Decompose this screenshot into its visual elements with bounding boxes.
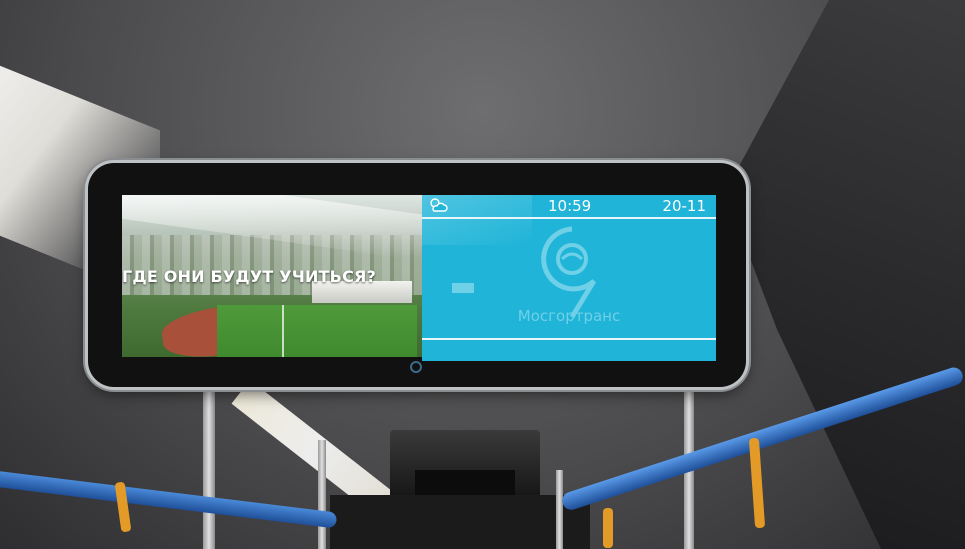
vertical-pole bbox=[318, 440, 326, 549]
info-header: 10:59 20-11 bbox=[422, 195, 716, 217]
header-divider bbox=[422, 217, 716, 219]
hand-strap bbox=[603, 508, 613, 548]
clock: 10:59 bbox=[548, 197, 592, 215]
air-vent-opening bbox=[415, 470, 515, 495]
bus-rear-area bbox=[330, 495, 590, 549]
bus-interior-photo: ГДЕ ОНИ БУДУТ УЧИТЬСЯ? 10:59 20-11 Мосго… bbox=[0, 0, 965, 549]
sun-cloud-icon bbox=[430, 198, 448, 212]
info-screen: 10:59 20-11 Мосгортранс bbox=[422, 195, 716, 361]
bus-info-monitor: ГДЕ ОНИ БУДУТ УЧИТЬСЯ? 10:59 20-11 Мосго… bbox=[88, 163, 746, 387]
video-caption: ГДЕ ОНИ БУДУТ УЧИТЬСЯ? bbox=[122, 267, 377, 286]
video-field-line bbox=[282, 305, 284, 357]
monitor-power-indicator bbox=[410, 361, 422, 373]
mosgortrans-logo-icon bbox=[541, 226, 597, 319]
video-screen: ГДЕ ОНИ БУДУТ УЧИТЬСЯ? bbox=[122, 195, 422, 357]
status-indicator bbox=[452, 283, 474, 293]
date: 20-11 bbox=[662, 197, 706, 215]
brand-name: Мосгортранс bbox=[517, 307, 621, 325]
video-football-field bbox=[217, 305, 417, 357]
vertical-pole bbox=[556, 470, 563, 549]
vertical-pole bbox=[203, 385, 215, 549]
footer-divider bbox=[422, 338, 716, 340]
